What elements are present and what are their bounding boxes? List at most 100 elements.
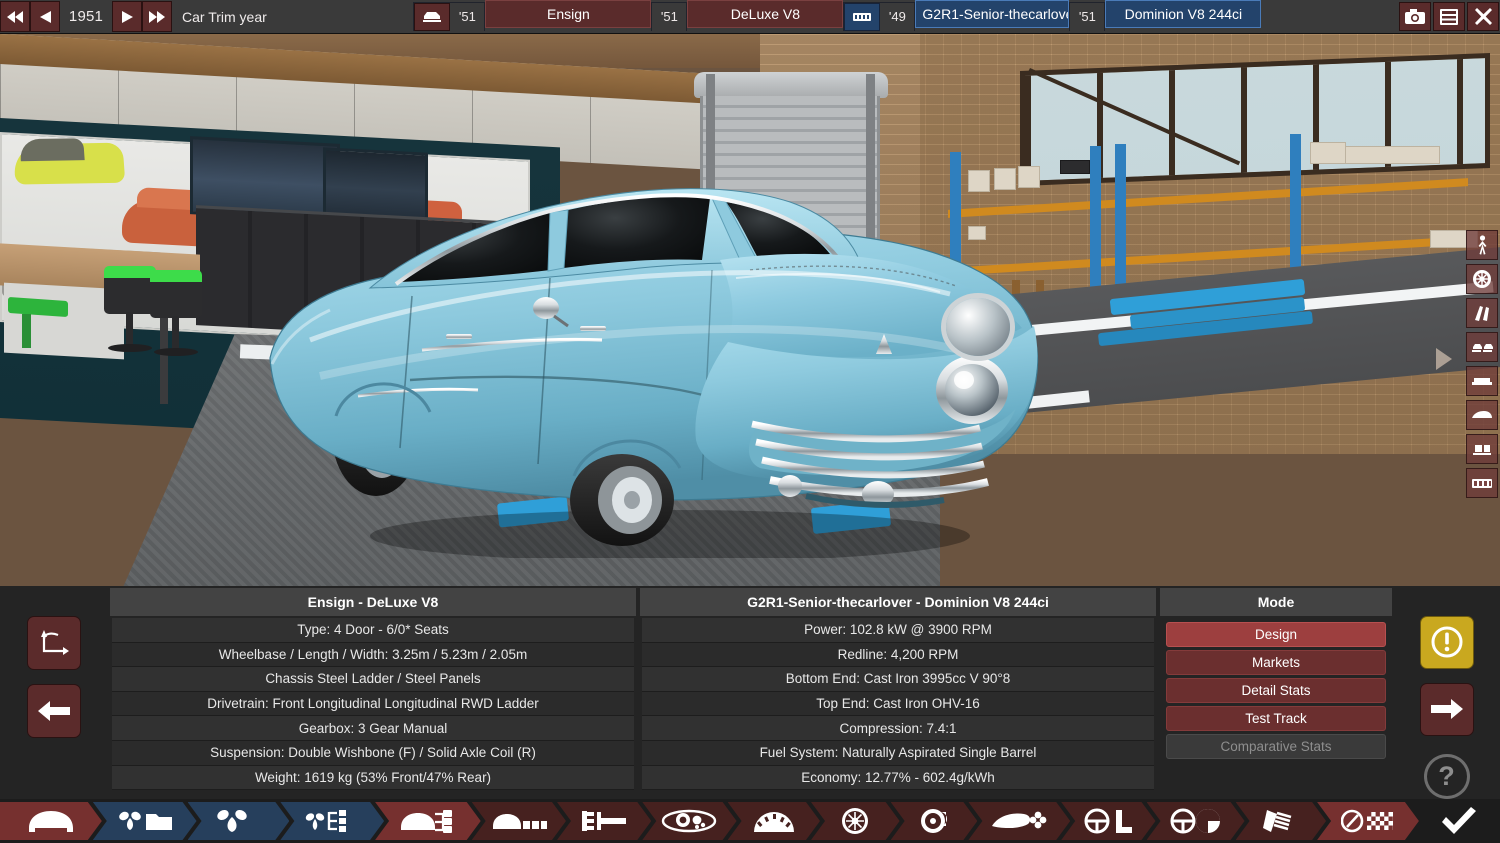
- model-name-button[interactable]: Ensign: [485, 0, 651, 28]
- model-year: '51: [450, 3, 484, 31]
- camera-icon[interactable]: [1399, 2, 1431, 31]
- tab-drivetrain[interactable]: [642, 802, 736, 840]
- close-icon[interactable]: [1467, 2, 1499, 31]
- tab-steering[interactable]: [1061, 802, 1155, 840]
- spec-row: Drivetrain: Front Longitudinal Longitudi…: [112, 692, 634, 717]
- left-button-column: [0, 586, 108, 799]
- forward-button[interactable]: [1420, 683, 1474, 736]
- automation-car-designer: 1951 Car Trim year '51 Ensign '51 DeLuxe…: [0, 0, 1500, 843]
- engine-spec-rows: Power: 102.8 kW @ 3900 RPM Redline: 4,20…: [638, 618, 1158, 790]
- car-icon: [414, 3, 450, 31]
- front-wheel: [570, 454, 674, 546]
- tab-wheels[interactable]: [811, 802, 900, 840]
- question-mark-icon[interactable]: ?: [1424, 754, 1470, 799]
- wheel-icon[interactable]: [1466, 264, 1498, 294]
- tab-gearing[interactable]: [728, 802, 820, 840]
- engine-spec-title: G2R1-Senior-thecarlover - Dominion V8 24…: [640, 588, 1156, 616]
- headlight-near: [936, 356, 1008, 424]
- car-front-icon[interactable]: [1466, 366, 1498, 396]
- car-spec-rows: Type: 4 Door - 6/0* Seats Wheelbase / Le…: [108, 618, 638, 790]
- car-spec-title: Ensign - DeLuxe V8: [110, 588, 636, 616]
- mode-button-list: Design Markets Detail Stats Test Track C…: [1158, 618, 1394, 759]
- car-side-icon[interactable]: [1466, 400, 1498, 430]
- first-year-button[interactable]: [0, 1, 30, 32]
- car-interior-icon[interactable]: [1466, 434, 1498, 464]
- mode-button-markets[interactable]: Markets: [1166, 650, 1386, 675]
- bottom-tab-bar: [0, 799, 1500, 843]
- tab-aerodynamics[interactable]: [968, 802, 1070, 840]
- car-spec-panel: Ensign - DeLuxe V8 Type: 4 Door - 6/0* S…: [108, 586, 638, 799]
- spec-row: Power: 102.8 kW @ 3900 RPM: [642, 618, 1154, 643]
- tab-brakes[interactable]: [891, 802, 978, 840]
- spec-row: Weight: 1619 kg (53% Front/47% Rear): [112, 766, 634, 791]
- tab-suspension[interactable]: [1236, 802, 1327, 840]
- trim-year: '51: [652, 3, 686, 31]
- topbar-spacer-left: [277, 0, 414, 33]
- car-3d-model[interactable]: [250, 128, 1050, 558]
- year-label: Car Trim year: [172, 0, 277, 33]
- door-handle-front: [580, 326, 606, 331]
- engine-block-icon[interactable]: [1466, 468, 1498, 498]
- spec-row: Wheelbase / Length / Width: 3.25m / 5.23…: [112, 643, 634, 668]
- tab-test-track[interactable]: [1317, 802, 1419, 840]
- cars-icon[interactable]: [1466, 332, 1498, 362]
- tab-interior[interactable]: [1147, 802, 1245, 840]
- confirm-button[interactable]: [1419, 799, 1500, 843]
- spec-row: Fuel System: Naturally Aspirated Single …: [642, 741, 1154, 766]
- spec-row: Gearbox: 3 Gear Manual: [112, 716, 634, 741]
- front-side-window: [564, 197, 710, 269]
- spec-row: Compression: 7.4:1: [642, 716, 1154, 741]
- prev-year-button[interactable]: [30, 1, 60, 32]
- mode-button-design[interactable]: Design: [1166, 622, 1386, 647]
- info-bar: Ensign - DeLuxe V8 Type: 4 Door - 6/0* S…: [0, 586, 1500, 799]
- trim-name-button[interactable]: DeLuxe V8: [687, 0, 843, 28]
- back-button[interactable]: [27, 684, 81, 738]
- tab-engine-tuning[interactable]: [280, 802, 384, 840]
- current-year: 1951: [60, 0, 112, 33]
- rack-toolbox: [1060, 160, 1090, 174]
- engine-icon: [844, 3, 880, 31]
- car-3d-viewport[interactable]: [0, 34, 1500, 586]
- headlight-far-side: [946, 298, 1010, 356]
- reset-camera-button[interactable]: [27, 616, 81, 670]
- spec-row: Top End: Cast Iron OHV-16: [642, 692, 1154, 717]
- roller-door-housing: [694, 72, 888, 98]
- mode-button-detail-stats[interactable]: Detail Stats: [1166, 678, 1386, 703]
- next-year-button[interactable]: [112, 1, 142, 32]
- spec-row: Type: 4 Door - 6/0* Seats: [112, 618, 634, 643]
- tab-body-chassis[interactable]: [375, 802, 481, 840]
- last-year-button[interactable]: [142, 1, 172, 32]
- engine-family-chip: '49: [843, 2, 915, 31]
- rear-side-window: [400, 212, 552, 282]
- model-chip: '51: [413, 2, 485, 31]
- mode-panel-title: Mode: [1160, 588, 1392, 616]
- tab-car-body[interactable]: [0, 802, 102, 840]
- paint-swatch-icon[interactable]: [1466, 298, 1498, 328]
- bumper-overrider-left: [778, 475, 802, 497]
- engine-variant-name-button[interactable]: Dominion V8 244ci: [1105, 0, 1261, 28]
- topbar-spacer-right: [1261, 0, 1398, 33]
- window-controls: [1398, 0, 1500, 33]
- tab-engine-family[interactable]: [93, 802, 197, 840]
- tab-body-dimensions[interactable]: [557, 802, 651, 840]
- concept-car-yellow-roof: [19, 138, 84, 161]
- trim-chip: '51: [651, 2, 687, 31]
- engine-family-name-button[interactable]: G2R1-Senior-thecarlover: [915, 0, 1069, 28]
- person-icon[interactable]: [1466, 230, 1498, 260]
- spec-row: Redline: 4,200 RPM: [642, 643, 1154, 668]
- panels-icon[interactable]: [1433, 2, 1465, 31]
- mode-panel: Mode Design Markets Detail Stats Test Tr…: [1158, 586, 1394, 799]
- warnings-button[interactable]: [1420, 616, 1474, 669]
- spec-row: Suspension: Double Wishbone (F) / Solid …: [112, 741, 634, 766]
- engine-variant-chip: '51: [1069, 2, 1105, 31]
- mode-button-test-track[interactable]: Test Track: [1166, 706, 1386, 731]
- engine-family-year: '49: [880, 3, 914, 31]
- rack-pallet-2: [1310, 142, 1346, 164]
- door-handle-rear: [446, 334, 472, 339]
- engine-variant-year: '51: [1070, 3, 1104, 31]
- tab-body-variants[interactable]: [472, 802, 566, 840]
- spec-row: Chassis Steel Ladder / Steel Panels: [112, 667, 634, 692]
- rotate-play-button[interactable]: [1436, 348, 1452, 370]
- spec-row: Economy: 12.77% - 602.4g/kWh: [642, 766, 1154, 791]
- tab-engine-bottom[interactable]: [188, 802, 290, 840]
